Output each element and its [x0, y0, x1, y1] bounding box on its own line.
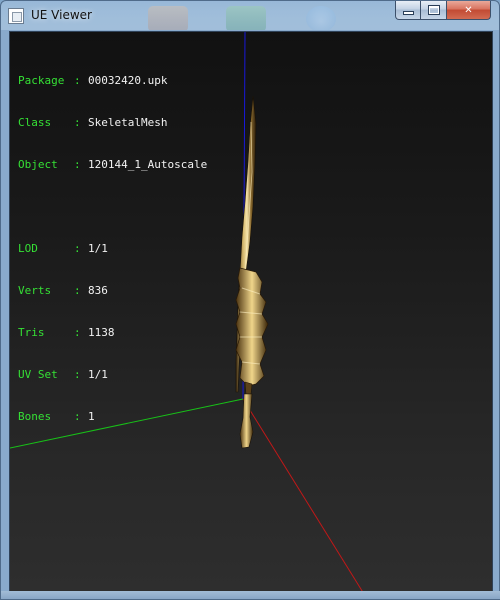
info-row-package: Package:00032420.upk: [18, 74, 207, 88]
info-separator: :: [74, 284, 81, 297]
info-value: 120144_1_Autoscale: [88, 158, 208, 171]
info-value: 1/1: [88, 242, 108, 255]
info-separator: :: [74, 158, 81, 171]
close-icon: ✕: [464, 4, 473, 16]
info-value: 1/1: [88, 368, 108, 381]
mesh-info-panel: Package:00032420.upk Class: SkeletalMesh …: [18, 46, 207, 452]
info-label: Class: [18, 116, 52, 129]
info-label: UV Set: [18, 368, 58, 381]
ue-viewer-window: UE Viewer ✕ Package: 00032420.upk Class…: [0, 0, 500, 600]
skeletal-mesh-sword: [235, 95, 269, 449]
info-value: 00032420.upk: [88, 74, 168, 87]
x-axis-line: [242, 398, 364, 592]
info-separator: :: [74, 326, 81, 339]
info-row-uvset: UV Set:1/1: [18, 368, 207, 382]
info-label: Bones: [18, 410, 52, 423]
info-row-class: Class: SkeletalMesh: [18, 116, 207, 130]
info-label: Package: [18, 74, 65, 87]
maximize-icon: [428, 6, 439, 14]
3d-viewport[interactable]: Package:00032420.upk Class: SkeletalMesh …: [9, 31, 493, 593]
info-label: Tris: [18, 326, 45, 339]
info-separator: :: [74, 368, 81, 381]
window-title: UE Viewer: [31, 8, 92, 22]
info-row-object: Object:120144_1_Autoscale: [18, 158, 207, 172]
window-bottom-border[interactable]: [1, 591, 500, 599]
info-separator: :: [74, 116, 81, 129]
app-icon[interactable]: [8, 8, 24, 24]
info-label: Verts: [18, 284, 52, 297]
info-separator: :: [74, 242, 81, 255]
info-row-lod: LOD:1/1: [18, 242, 207, 256]
info-row-tris: Tris:1138: [18, 326, 207, 340]
info-label: Object: [18, 158, 58, 171]
info-value: SkeletalMesh: [88, 116, 168, 129]
maximize-button[interactable]: [421, 1, 447, 20]
info-row-verts: Verts:836: [18, 284, 207, 298]
minimize-icon: [403, 12, 413, 14]
info-separator: :: [74, 74, 81, 87]
window-controls: ✕: [395, 1, 491, 21]
info-label: LOD: [18, 242, 38, 255]
info-separator: :: [74, 410, 81, 423]
info-value: 1: [88, 410, 95, 423]
info-value: 836: [88, 284, 108, 297]
info-row-bones: Bones:1: [18, 410, 207, 424]
close-button[interactable]: ✕: [447, 1, 491, 20]
minimize-button[interactable]: [395, 1, 421, 20]
title-bar[interactable]: UE Viewer ✕: [1, 1, 499, 31]
info-value: 1138: [88, 326, 115, 339]
